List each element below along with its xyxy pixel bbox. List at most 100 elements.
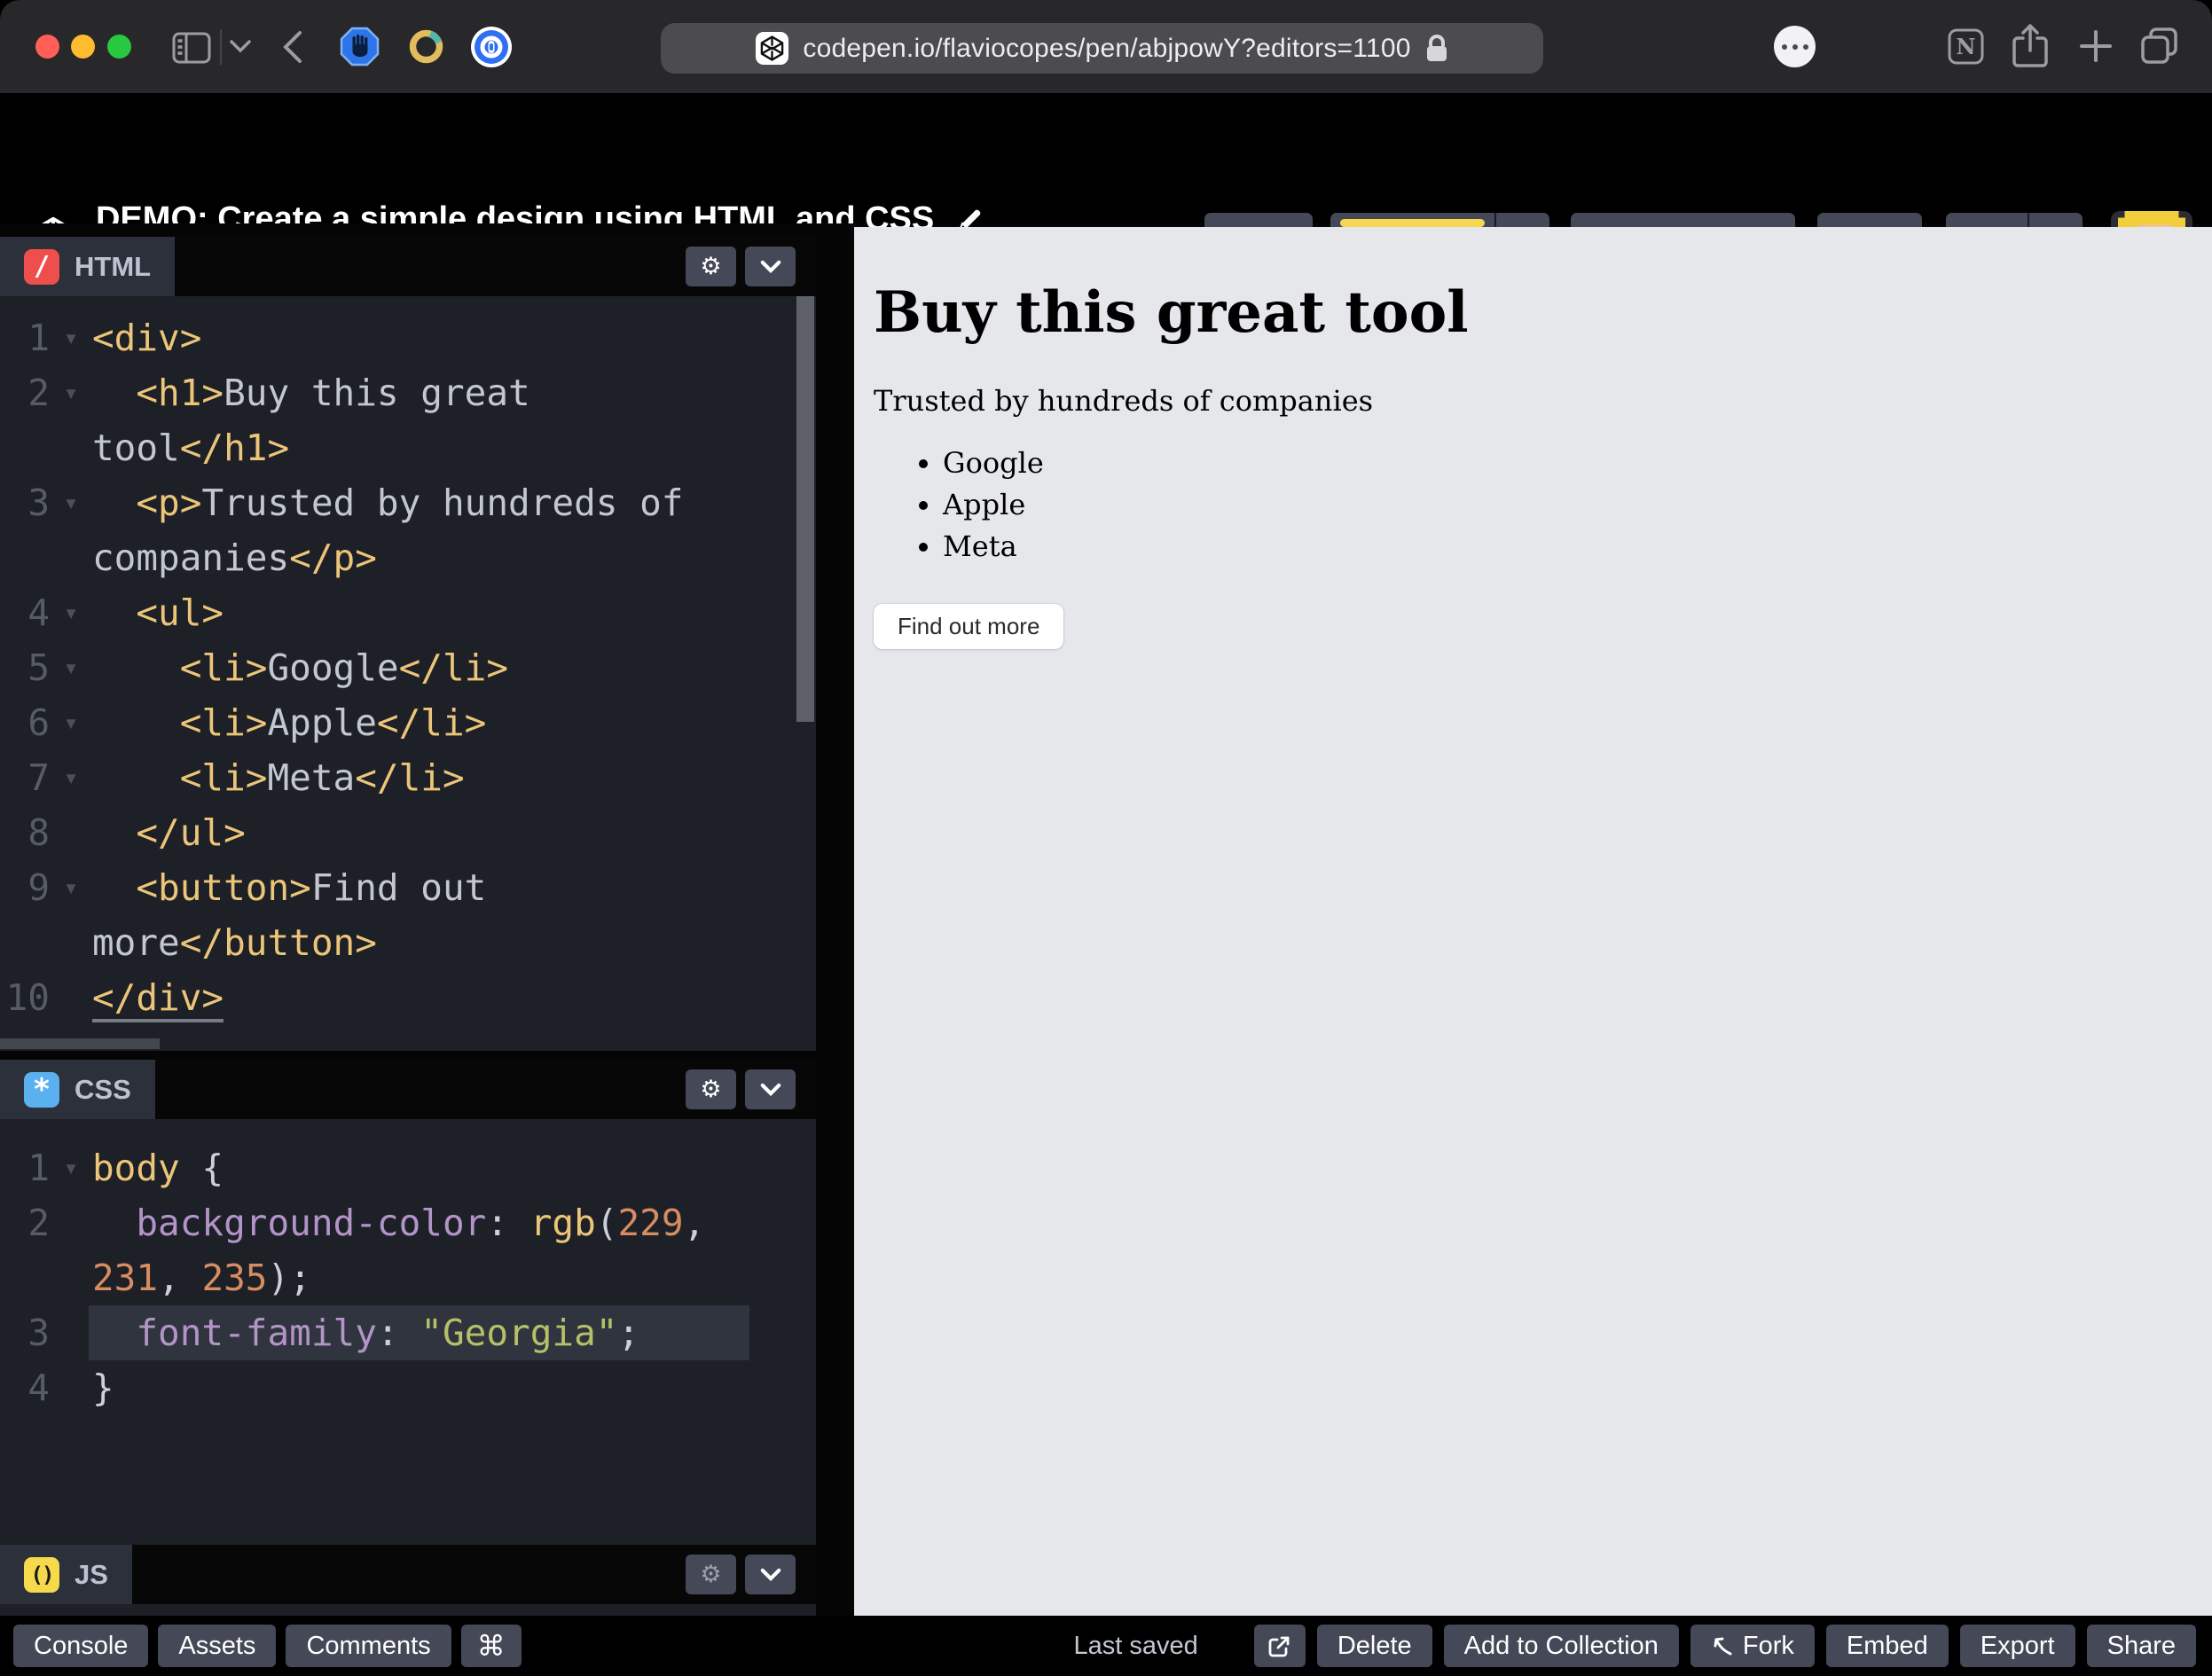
fold-arrow-icon[interactable]: ▾: [50, 310, 92, 365]
external-link-icon: [1268, 1636, 1290, 1656]
fold-arrow-icon: [50, 420, 92, 475]
fork-button[interactable]: Fork: [1690, 1625, 1815, 1667]
line-number: 6: [27, 701, 50, 744]
share-icon[interactable]: [2012, 23, 2049, 69]
line-number: 3: [27, 482, 50, 524]
codepen-favicon: [756, 32, 789, 65]
url-text[interactable]: codepen.io/flaviocopes/pen/abjpowY?edito…: [803, 34, 1410, 64]
line-number: 2: [27, 372, 50, 414]
code-line[interactable]: 4 ▾ <ul>: [0, 585, 816, 640]
lock-icon: [1425, 34, 1448, 64]
line-number: 4: [27, 591, 50, 634]
html-editor-hscrollbar[interactable]: [0, 1038, 160, 1049]
fold-arrow-icon: [50, 805, 92, 860]
html-editor-scrollbar[interactable]: [796, 296, 814, 722]
code-line[interactable]: 8 </ul>: [0, 805, 816, 860]
code-line[interactable]: 1 ▾ <div>: [0, 310, 816, 365]
js-code-editor[interactable]: [0, 1604, 816, 1616]
address-bar[interactable]: codepen.io/flaviocopes/pen/abjpowY?edito…: [661, 23, 1543, 74]
line-number: 7: [27, 756, 50, 799]
fold-arrow-icon[interactable]: ▾: [50, 750, 92, 805]
tab-html[interactable]: / HTML: [0, 237, 176, 296]
app-window: codepen.io/flaviocopes/pen/abjpowY?edito…: [0, 0, 2212, 1676]
html-icon: /: [24, 248, 59, 285]
svg-text:N: N: [1957, 34, 1976, 59]
password-manager-extension-icon[interactable]: [471, 27, 512, 67]
tab-overview-icon[interactable]: [2139, 26, 2180, 67]
line-number: 9: [27, 866, 50, 909]
toolbar-divider: [220, 29, 222, 65]
list-item: Google: [943, 446, 2212, 480]
code-line[interactable]: 4}: [0, 1360, 816, 1415]
code-line[interactable]: 3 font-family: "Georgia";: [0, 1305, 816, 1360]
fold-arrow-icon: [50, 970, 92, 1025]
code-line[interactable]: 2 ▾ <h1>Buy this great: [0, 365, 816, 420]
code-line[interactable]: 1 ▾ body {: [0, 1140, 816, 1195]
css-settings-button[interactable]: ⚙: [686, 1069, 736, 1109]
tab-css[interactable]: * CSS: [0, 1060, 155, 1119]
last-saved-status: Last saved: [1073, 1631, 1198, 1660]
line-number: 2: [27, 1202, 50, 1244]
console-button[interactable]: Console: [13, 1625, 149, 1667]
comments-button[interactable]: Comments: [286, 1625, 451, 1667]
html-code-editor[interactable]: 1 ▾ <div> 2 ▾ <h1>Buy this great tool</h1> 3 ▾ …: [0, 296, 816, 1051]
code-line[interactable]: 7 ▾ <li>Meta</li>: [0, 750, 816, 805]
find-out-more-button[interactable]: Find out more: [874, 604, 1064, 649]
css-collapse-button[interactable]: [745, 1069, 796, 1109]
fold-arrow-icon: [50, 915, 92, 970]
fold-arrow-icon[interactable]: ▾: [50, 365, 92, 420]
add-to-collection-button[interactable]: Add to Collection: [1443, 1625, 1679, 1667]
notion-extension-icon[interactable]: N: [1948, 28, 1984, 65]
delete-button[interactable]: Delete: [1316, 1625, 1432, 1667]
back-button-icon[interactable]: [282, 29, 303, 65]
fold-arrow-icon: [50, 1250, 92, 1305]
preview-heading: Buy this great tool: [874, 279, 1469, 346]
window-zoom-button[interactable]: [107, 35, 131, 59]
window-minimize-button[interactable]: [71, 35, 95, 59]
code-line[interactable]: 10 </div>: [0, 970, 816, 1025]
window-close-button[interactable]: [35, 35, 59, 59]
fold-arrow-icon[interactable]: ▾: [50, 695, 92, 750]
ring-extension-icon[interactable]: [406, 27, 446, 67]
code-line[interactable]: 6 ▾ <li>Apple</li>: [0, 695, 816, 750]
html-collapse-button[interactable]: [745, 247, 796, 286]
fold-arrow-icon[interactable]: ▾: [50, 860, 92, 915]
save-accent-bar: [1340, 219, 1485, 227]
code-line[interactable]: 9 ▾ <button>Find out: [0, 860, 816, 915]
embed-button[interactable]: Embed: [1825, 1625, 1949, 1667]
editor-column: / HTML ⚙ 1 ▾ <div> 2 ▾ <h1>Buy this great too…: [0, 223, 854, 1616]
html-settings-button[interactable]: ⚙: [686, 247, 736, 286]
fold-arrow-icon[interactable]: ▾: [50, 585, 92, 640]
open-live-view-button[interactable]: [1253, 1625, 1306, 1667]
gear-icon: ⚙: [700, 1561, 722, 1587]
tab-js[interactable]: () JS: [0, 1545, 132, 1604]
code-line[interactable]: companies</p>: [0, 530, 816, 585]
code-line[interactable]: more</button>: [0, 915, 816, 970]
js-collapse-button[interactable]: [745, 1555, 796, 1594]
fold-arrow-icon: [50, 1360, 92, 1415]
code-line[interactable]: 3 ▾ <p>Trusted by hundreds of: [0, 475, 816, 530]
line-number: 5: [27, 646, 50, 689]
sidebar-toggle-icon[interactable]: [172, 31, 211, 65]
code-line[interactable]: 231, 235);: [0, 1250, 816, 1305]
code-line[interactable]: 5 ▾ <li>Google</li>: [0, 640, 816, 695]
css-code-editor[interactable]: 1 ▾ body {2 background-color: rgb(229, 231,…: [0, 1119, 816, 1545]
chevron-down-icon[interactable]: [229, 39, 252, 53]
code-line[interactable]: 2 background-color: rgb(229,: [0, 1195, 816, 1250]
fold-arrow-icon[interactable]: ▾: [50, 640, 92, 695]
more-extensions-icon[interactable]: [1774, 26, 1816, 67]
export-button[interactable]: Export: [1959, 1625, 2075, 1667]
new-tab-icon[interactable]: [2079, 29, 2113, 63]
share-button[interactable]: Share: [2086, 1625, 2196, 1667]
fold-arrow-icon[interactable]: ▾: [50, 475, 92, 530]
keyboard-shortcuts-button[interactable]: ⌘: [460, 1625, 522, 1667]
fold-arrow-icon[interactable]: ▾: [50, 1140, 92, 1195]
content-blocker-extension-icon[interactable]: [340, 27, 380, 67]
fold-arrow-icon: [50, 1195, 92, 1250]
js-settings-button[interactable]: ⚙: [686, 1555, 736, 1594]
assets-button[interactable]: Assets: [158, 1625, 277, 1667]
chevron-down-icon: [760, 1083, 780, 1096]
code-line[interactable]: tool</h1>: [0, 420, 816, 475]
gear-icon: ⚙: [700, 253, 722, 279]
list-item: Apple: [943, 488, 2212, 521]
